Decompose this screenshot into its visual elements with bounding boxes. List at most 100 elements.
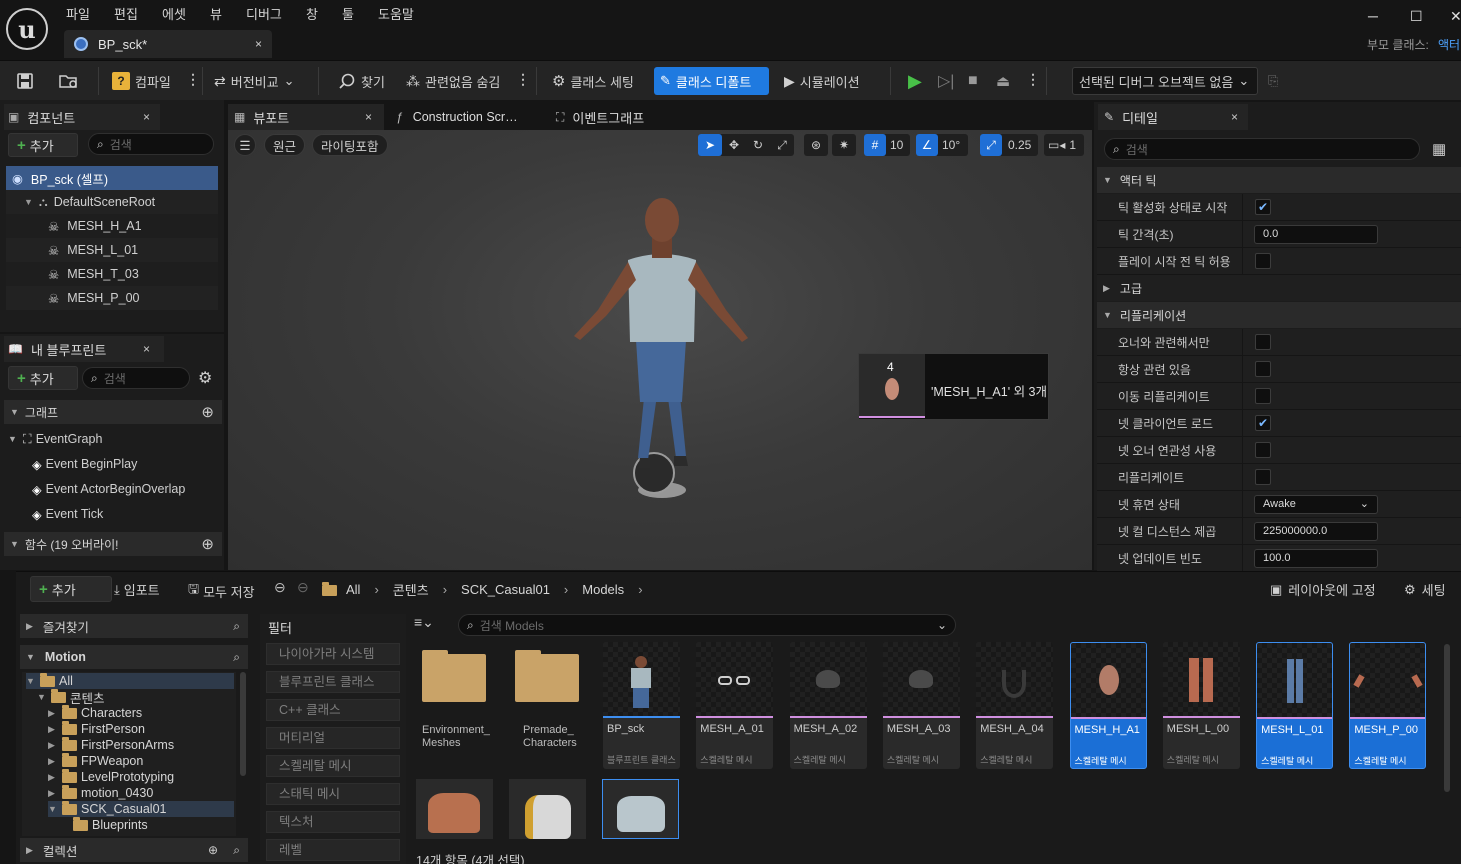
close-window-button[interactable]: ✕ (1450, 8, 1461, 25)
maximize-button[interactable]: ☐ (1410, 8, 1423, 25)
filter-item[interactable]: 스태틱 메시 (266, 783, 400, 805)
rotation-snap-button[interactable]: ∠ 10° (916, 134, 968, 156)
tree-arrow-icon[interactable]: ▼ (37, 692, 47, 702)
stop-button[interactable]: ■ (962, 67, 984, 95)
scale-snap-button[interactable]: ⤢ 0.25 (980, 134, 1038, 156)
play-button[interactable]: ▶ (902, 67, 928, 95)
class-defaults-button[interactable]: ✎ 클래스 디폴트 (654, 67, 769, 95)
viewport[interactable]: ☰ 원근 라이팅포함 ➤ ✥ ↻ ⤢ ⊛ ✷ # 10 ∠ 10° ⤢ 0.25… (228, 130, 1092, 570)
components-tab[interactable]: ▣ 컴포넌트 × (4, 104, 160, 130)
category-actor-tick[interactable]: ▼ 액터 틱 (1097, 167, 1461, 193)
asset-search-input[interactable]: ⌕ 검색 Models ⌄ (458, 614, 956, 636)
coordinate-space-icon[interactable]: ⊛ (804, 134, 828, 156)
folder-asset[interactable]: Environment_ Meshes (416, 642, 496, 762)
component-row[interactable]: ☠ MESH_L_01 (6, 238, 218, 262)
breadcrumb-item[interactable]: SCK_Casual01 (461, 582, 550, 597)
translate-icon[interactable]: ✥ (722, 138, 746, 152)
breadcrumb-item[interactable]: All (346, 582, 360, 597)
simulation-button[interactable]: ▶ 시뮬레이션 (778, 67, 866, 95)
tab-viewport[interactable]: ▦ 뷰포트 × (228, 104, 384, 130)
save-button[interactable] (10, 67, 40, 95)
filter-item[interactable]: 레벨 (266, 839, 400, 861)
select-mode-icon[interactable]: ➤ (698, 134, 722, 156)
save-all-button[interactable]: 🖫 모두 저장 (188, 580, 255, 602)
lock-layout-button[interactable]: ▣ 레이아웃에 고정 (1270, 580, 1376, 599)
hide-unrelated-button[interactable]: ⁂ 관련없음 숨김 (400, 67, 506, 95)
chevron-right-icon[interactable]: › (374, 582, 378, 597)
chevron-right-icon[interactable]: › (564, 582, 568, 597)
asset-tile-partial[interactable] (416, 779, 493, 839)
breadcrumb-item[interactable]: 콘텐츠 (393, 580, 429, 599)
browse-button[interactable] (52, 67, 86, 95)
folder-asset[interactable]: Premade_ Characters (509, 642, 589, 762)
close-icon[interactable]: × (143, 110, 150, 124)
import-button[interactable]: ⤓ 임포트 (114, 580, 160, 599)
compile-button[interactable]: ? 컴파일 (106, 67, 177, 95)
scale-icon[interactable]: ⤢ (770, 138, 794, 153)
component-self-row[interactable]: ◉ BP_sck (셀프) (6, 166, 218, 190)
eject-button[interactable]: ⏏ (990, 67, 1016, 95)
character-preview[interactable] (558, 190, 768, 520)
event-row[interactable]: ◈ Event ActorBeginOverlap (4, 477, 222, 501)
category-replication[interactable]: ▼ 리플리케이션 (1097, 302, 1461, 328)
tree-arrow-icon[interactable]: ▶ (48, 772, 58, 783)
menu-asset[interactable]: 에셋 (162, 4, 186, 23)
tree-arrow-icon[interactable]: ▶ (48, 740, 58, 751)
asset-tile-partial[interactable] (509, 779, 586, 839)
add-member-button[interactable]: + 추가 (8, 366, 78, 390)
minimize-button[interactable]: ─ (1368, 8, 1378, 24)
grid-snap-button[interactable]: # 10 (864, 134, 910, 156)
component-row[interactable]: ☠ MESH_P_00 (6, 286, 218, 310)
category-advanced[interactable]: ▶ 고급 (1097, 275, 1461, 301)
folder-tree-item[interactable]: ▶ motion_0430 (48, 784, 153, 801)
cb-settings-button[interactable]: ⚙ 세팅 (1404, 580, 1446, 599)
property-checkbox[interactable]: ✔ (1255, 415, 1271, 431)
details-tab[interactable]: ✎ 디테일 × (1098, 104, 1248, 130)
unreal-logo-icon[interactable]: u (6, 8, 48, 50)
filter-item[interactable]: 블루프린트 클래스 (266, 671, 400, 693)
asset-tile[interactable]: MESH_H_A1 스켈레탈 메시 (1069, 642, 1147, 769)
folder-tree-item[interactable]: ▶ LevelPrototyping (48, 768, 174, 785)
property-value-field[interactable]: 100.0 (1254, 548, 1378, 568)
functions-section-header[interactable]: ▼ 함수 (19 오버라이! ⊕ (4, 532, 222, 556)
add-function-icon[interactable]: ⊕ (201, 535, 214, 553)
menu-debug[interactable]: 디버그 (246, 4, 282, 23)
step-button[interactable]: ▷| (932, 67, 960, 95)
asset-tile[interactable]: MESH_L_01 스켈레탈 메시 (1256, 642, 1334, 769)
compile-options-icon[interactable]: ⋮ (186, 71, 200, 88)
asset-tile[interactable]: MESH_A_03 스켈레탈 메시 (882, 642, 960, 769)
folder-tree-item[interactable]: ▶ FirstPerson (48, 720, 145, 737)
asset-tile-partial[interactable] (602, 779, 679, 839)
filter-item[interactable]: 머티리얼 (266, 727, 400, 749)
property-checkbox[interactable]: ✔ (1255, 199, 1271, 215)
property-checkbox[interactable] (1255, 361, 1271, 377)
tree-arrow-icon[interactable]: ▶ (48, 708, 58, 719)
folder-tree-item[interactable]: Blueprints (59, 816, 148, 833)
favorites-header[interactable]: ▶ 즐겨찾기 ⌕ (20, 614, 248, 638)
components-search-input[interactable]: ⌕ 검색 (88, 133, 214, 155)
breadcrumb-item[interactable]: Models (582, 582, 624, 597)
property-checkbox[interactable] (1255, 334, 1271, 350)
forward-icon[interactable]: ⊖ (297, 579, 309, 596)
component-row[interactable]: ☠ MESH_T_03 (6, 262, 218, 286)
debug-object-dropdown[interactable]: 선택된 디버그 오브젝트 없음 ⌄ (1072, 67, 1258, 95)
perspective-button[interactable]: 원근 (264, 134, 306, 156)
debug-browse-button[interactable]: ⎘ (1262, 67, 1284, 95)
close-icon[interactable]: × (1231, 110, 1238, 124)
parent-class-link[interactable]: 액터 (1438, 36, 1460, 53)
tree-arrow-icon[interactable]: ▶ (48, 724, 58, 735)
menu-view[interactable]: 뷰 (210, 4, 222, 23)
asset-tile[interactable]: MESH_A_02 스켈레탈 메시 (789, 642, 867, 769)
tree-arrow-icon[interactable]: ▶ (48, 788, 58, 799)
menu-tools[interactable]: 툴 (342, 4, 354, 23)
menu-help[interactable]: 도움말 (378, 4, 414, 23)
menu-edit[interactable]: 편집 (114, 4, 138, 23)
graphs-section-header[interactable]: ▼ 그래프 ⊕ (4, 400, 222, 424)
add-collection-icon[interactable]: ⊕ (208, 843, 218, 857)
property-select[interactable]: Awake ⌄ (1254, 494, 1378, 514)
hide-unrelated-options-icon[interactable]: ⋮ (516, 71, 530, 88)
search-icon[interactable]: ⌕ (233, 843, 240, 858)
event-row[interactable]: ◈ Event BeginPlay (4, 452, 222, 476)
tree-arrow-icon[interactable]: ▶ (48, 756, 58, 767)
lit-mode-button[interactable]: 라이팅포함 (312, 134, 388, 156)
